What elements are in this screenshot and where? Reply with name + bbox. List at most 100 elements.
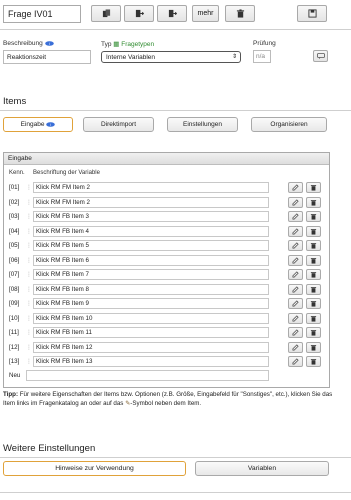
edit-item-button[interactable] — [288, 254, 303, 266]
duplicate-button[interactable] — [124, 5, 154, 22]
item-label-input[interactable]: Klick RM FB Item 8 — [33, 283, 269, 295]
item-id: [09] — [9, 300, 20, 307]
fragetypen-link[interactable]: ▦ Fragetypen — [113, 41, 154, 48]
delete-button[interactable] — [225, 5, 255, 22]
edit-item-button[interactable] — [288, 327, 303, 338]
drag-handle-icon[interactable]: ⋮ — [26, 286, 32, 293]
new-item-input[interactable] — [26, 370, 269, 381]
edit-icon — [292, 343, 299, 350]
edit-item-button[interactable] — [288, 182, 303, 193]
save-button[interactable] — [297, 5, 327, 22]
edit-icon — [292, 242, 299, 249]
item-row: [11] ⋮ Klick RM FB Item 11 — [4, 327, 329, 339]
item-row: [07] ⋮ Klick RM FB Item 7 — [4, 269, 329, 281]
column-header-kenn: Kenn. — [9, 170, 25, 176]
delete-item-button[interactable] — [306, 225, 321, 237]
variablen-button[interactable]: Variablen — [195, 461, 329, 476]
item-row: [06] ⋮ Klick RM FB Item 6 — [4, 254, 329, 267]
edit-item-button[interactable] — [288, 283, 303, 295]
edit-item-button[interactable] — [288, 341, 303, 353]
hinweise-button[interactable]: Hinweise zur Verwendung — [3, 461, 186, 476]
delete-item-button[interactable] — [306, 312, 321, 324]
edit-item-button[interactable] — [288, 211, 303, 222]
item-id: [12] — [9, 343, 20, 351]
select-arrow-icon: ⇕ — [231, 54, 237, 60]
edit-icon — [292, 358, 299, 365]
drag-handle-icon[interactable]: ⋮ — [26, 358, 32, 365]
copy-icon — [102, 9, 110, 18]
drag-handle-icon[interactable]: ⋮ — [26, 344, 32, 351]
item-row: [02] ⋮ Klick RM FM Item 2 — [4, 196, 329, 209]
delete-item-button[interactable] — [306, 341, 321, 353]
typ-label: Typ ▦ Fragetypen — [101, 41, 155, 48]
move-button[interactable] — [157, 5, 187, 22]
edit-item-button[interactable] — [288, 196, 303, 208]
item-label-input[interactable]: Klick RM FM Item 2 — [33, 196, 269, 208]
typ-select[interactable]: Interne Variablen ⇕ — [101, 51, 241, 63]
delete-item-button[interactable] — [306, 283, 321, 295]
drag-handle-icon[interactable]: ⋮ — [26, 315, 32, 322]
delete-item-button[interactable] — [306, 327, 321, 338]
tab-eingabe[interactable]: Eingabe i — [3, 117, 73, 132]
item-id: [05] — [9, 242, 20, 249]
item-label-input[interactable]: Klick RM FB Item 10 — [33, 312, 269, 324]
delete-item-button[interactable] — [306, 298, 321, 309]
edit-item-button[interactable] — [288, 225, 303, 237]
item-label-input[interactable]: Klick RM FB Item 4 — [33, 225, 269, 237]
item-label-input[interactable]: Klick RM FB Item 7 — [33, 269, 269, 280]
edit-icon — [292, 256, 299, 263]
trash-icon — [310, 257, 317, 264]
delete-item-button[interactable] — [306, 196, 321, 208]
delete-item-button[interactable] — [306, 254, 321, 266]
delete-item-button[interactable] — [306, 182, 321, 193]
drag-handle-icon[interactable]: ⋮ — [26, 329, 32, 336]
drag-handle-icon[interactable]: ⋮ — [26, 257, 32, 264]
item-label-input[interactable]: Klick RM FB Item 6 — [33, 254, 269, 266]
item-label-input[interactable]: Klick RM FB Item 9 — [33, 298, 269, 309]
item-label-input[interactable]: Klick RM FB Item 5 — [33, 240, 269, 251]
pruefung-field[interactable]: n/a — [253, 50, 271, 63]
edit-item-button[interactable] — [288, 298, 303, 309]
item-row: [10] ⋮ Klick RM FB Item 10 — [4, 312, 329, 325]
trash-icon — [310, 301, 317, 307]
panel-title: Eingabe — [4, 153, 329, 165]
comment-button[interactable] — [313, 50, 328, 62]
beschreibung-input[interactable]: Reaktionszeit — [3, 50, 91, 64]
question-title-field[interactable]: Frage IV01 — [3, 5, 81, 23]
tab-direktimport[interactable]: Direktimport — [83, 117, 154, 132]
mehr-button[interactable]: mehr — [192, 5, 219, 22]
tab-einstellungen[interactable]: Einstellungen — [167, 117, 238, 132]
edit-icon — [292, 329, 299, 336]
item-label-input[interactable]: Klick RM FB Item 3 — [33, 211, 269, 222]
info-icon: i — [46, 122, 56, 127]
delete-item-button[interactable] — [306, 240, 321, 251]
tip-text: Tipp: Für weitere Eigenschaften der Item… — [3, 391, 333, 407]
item-id: [04] — [9, 227, 20, 235]
edit-item-button[interactable] — [288, 312, 303, 324]
trash-icon — [310, 185, 317, 191]
drag-handle-icon[interactable]: ⋮ — [26, 300, 32, 307]
drag-handle-icon[interactable]: ⋮ — [26, 199, 32, 206]
item-label-input[interactable]: Klick RM FM Item 2 — [33, 182, 269, 193]
drag-handle-icon[interactable]: ⋮ — [26, 242, 32, 249]
delete-item-button[interactable] — [306, 211, 321, 222]
edit-item-button[interactable] — [288, 269, 303, 280]
drag-handle-icon[interactable]: ⋮ — [26, 184, 32, 191]
drag-handle-icon[interactable]: ⋮ — [26, 228, 32, 235]
edit-item-button[interactable] — [288, 240, 303, 251]
item-id: [01] — [9, 184, 20, 191]
tab-organisieren[interactable]: Organisieren — [251, 117, 327, 132]
item-label-input[interactable]: Klick RM FB Item 13 — [33, 356, 269, 367]
item-label-input[interactable]: Klick RM FB Item 12 — [33, 341, 269, 353]
item-label-input[interactable]: Klick RM FB Item 11 — [33, 327, 269, 338]
drag-handle-icon[interactable]: ⋮ — [26, 271, 32, 278]
edit-item-button[interactable] — [288, 356, 303, 367]
edit-icon — [292, 198, 299, 205]
delete-item-button[interactable] — [306, 356, 321, 367]
drag-handle-icon[interactable]: ⋮ — [26, 213, 32, 220]
item-row: [13] ⋮ Klick RM FB Item 13 — [4, 356, 329, 368]
items-section-title: Items — [3, 96, 27, 107]
delete-item-button[interactable] — [306, 269, 321, 280]
copy-button[interactable] — [91, 5, 121, 22]
trash-icon — [310, 272, 317, 278]
